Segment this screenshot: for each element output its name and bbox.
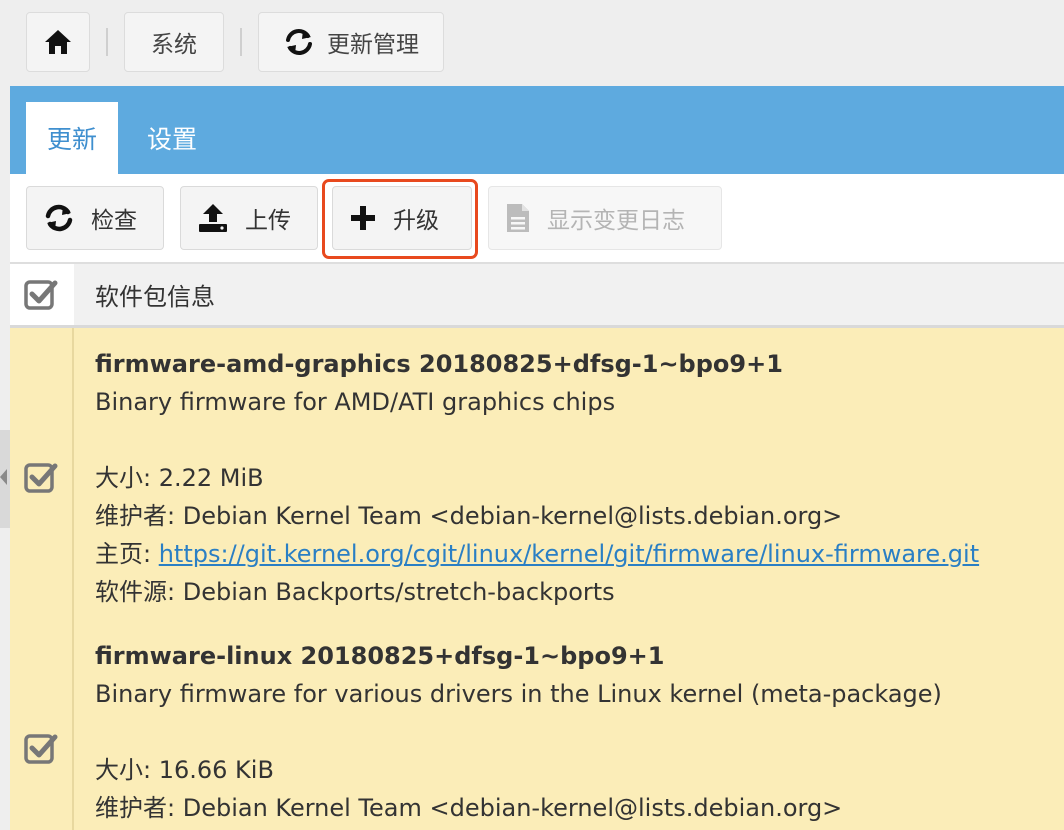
package-maintainer: 维护者: Debian Kernel Team <debian-kernel@l… xyxy=(95,794,843,822)
package-maintainer: 维护者: Debian Kernel Team <debian-kernel@l… xyxy=(95,502,843,530)
check-button-label: 检查 xyxy=(91,208,137,234)
package-size: 大小: 2.22 MiB xyxy=(95,464,264,492)
check-button[interactable]: 检查 xyxy=(26,186,164,250)
tab-settings[interactable]: 设置 xyxy=(128,102,216,174)
home-button[interactable] xyxy=(26,12,90,72)
breadcrumb: 系统 更新管理 xyxy=(26,11,444,73)
breadcrumb-system[interactable]: 系统 xyxy=(124,12,224,72)
breadcrumb-separator xyxy=(106,28,108,56)
breadcrumb-update-management[interactable]: 更新管理 xyxy=(258,12,444,72)
upgrade-button-label: 升级 xyxy=(393,208,439,234)
list-item: firmware-linux 20180825+dfsg-1~bpo9+1 Bi… xyxy=(95,637,942,827)
tab-bar: 更新 设置 xyxy=(10,86,1064,174)
package-description: Binary firmware for various drivers in t… xyxy=(95,680,942,708)
refresh-icon xyxy=(286,29,312,55)
breadcrumb-system-label: 系统 xyxy=(151,32,197,58)
package-source: 软件源: Debian Backports/stretch-backports xyxy=(95,578,615,606)
refresh-icon xyxy=(45,204,73,232)
package-table-header: 软件包信息 xyxy=(10,262,1064,328)
checkbox-column-divider xyxy=(72,328,74,830)
home-icon xyxy=(45,30,71,54)
homepage-label: 主页: xyxy=(95,540,159,568)
update-panel: 更新 设置 检查 上传 升级 显示变更日志 软件包信息 firmware-amd… xyxy=(10,86,1064,830)
package-list: firmware-amd-graphics 20180825+dfsg-1~bp… xyxy=(10,328,1064,830)
upload-icon xyxy=(199,204,227,232)
homepage-link[interactable]: https://git.kernel.org/cgit/linux/kernel… xyxy=(159,540,979,568)
document-icon xyxy=(507,204,529,232)
show-changelog-button[interactable]: 显示变更日志 xyxy=(488,186,722,250)
package-size: 大小: 16.66 KiB xyxy=(95,756,274,784)
select-all-cell xyxy=(10,264,74,325)
plus-icon xyxy=(351,206,375,230)
collapse-arrow-icon[interactable] xyxy=(0,469,7,485)
toolbar: 检查 上传 升级 显示变更日志 xyxy=(10,174,1064,262)
package-info-header: 软件包信息 xyxy=(95,283,215,311)
show-changelog-label: 显示变更日志 xyxy=(547,208,685,234)
breadcrumb-separator xyxy=(240,28,242,56)
upgrade-button[interactable]: 升级 xyxy=(332,186,472,250)
list-item: firmware-amd-graphics 20180825+dfsg-1~bp… xyxy=(95,345,979,611)
package-name: firmware-linux 20180825+dfsg-1~bpo9+1 xyxy=(95,642,665,670)
package-description: Binary firmware for AMD/ATI graphics chi… xyxy=(95,388,616,416)
package-homepage: 主页: https://git.kernel.org/cgit/linux/ke… xyxy=(95,535,979,573)
upload-button-label: 上传 xyxy=(245,208,291,234)
package-checkbox[interactable] xyxy=(24,461,58,495)
tab-updates[interactable]: 更新 xyxy=(26,102,118,174)
package-checkbox[interactable] xyxy=(24,732,58,766)
package-name: firmware-amd-graphics 20180825+dfsg-1~bp… xyxy=(95,350,783,378)
breadcrumb-update-label: 更新管理 xyxy=(327,32,419,58)
upload-button[interactable]: 上传 xyxy=(180,186,318,250)
select-all-checkbox[interactable] xyxy=(24,278,58,312)
